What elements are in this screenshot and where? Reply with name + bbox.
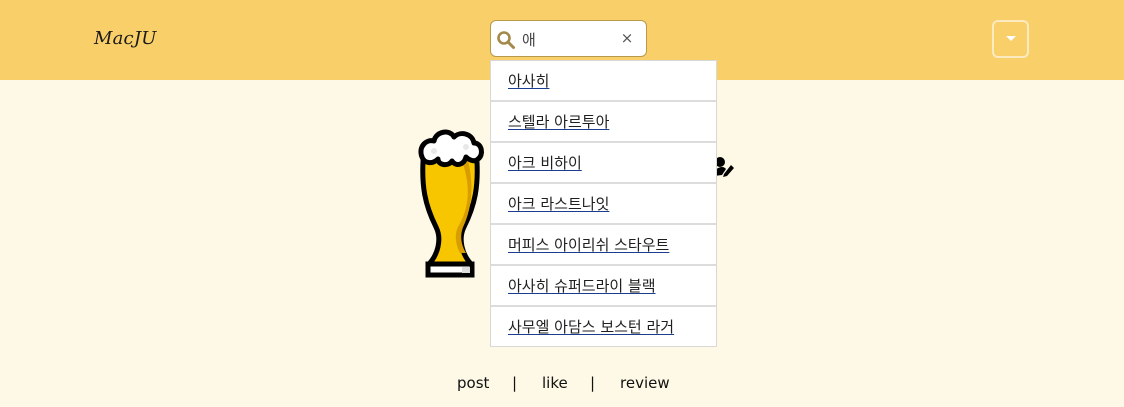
- search-suggestions-dropdown: 아사히 스텔라 아르투아 아크 비하이 아크 라스트나잇 머피스 아이리쉬 스타…: [490, 60, 717, 347]
- search-input[interactable]: [522, 27, 614, 51]
- page: MacJU × 아사히 스텔라 아르투아 아크: [0, 0, 1124, 407]
- suggestion-item[interactable]: 머피스 아이리쉬 스타우트: [491, 225, 716, 266]
- suggestion-link[interactable]: 스텔라 아르투아: [508, 113, 609, 131]
- chevron-down-icon: [1006, 36, 1016, 41]
- suggestion-item[interactable]: 아크 비하이: [491, 143, 716, 184]
- menu-dropdown-button[interactable]: [992, 20, 1029, 58]
- suggestion-link[interactable]: 사무엘 아담스 보스턴 라거: [508, 318, 674, 336]
- nav-separator: |: [590, 374, 596, 392]
- nav-link-post[interactable]: post: [457, 374, 489, 392]
- suggestion-item[interactable]: 아사히 슈퍼드라이 블랙: [491, 266, 716, 307]
- suggestion-link[interactable]: 머피스 아이리쉬 스타우트: [508, 236, 669, 254]
- suggestion-link[interactable]: 아사히: [508, 72, 549, 90]
- search-icon: [497, 31, 515, 49]
- logo[interactable]: MacJU: [94, 28, 157, 49]
- suggestion-link[interactable]: 아크 비하이: [508, 154, 582, 172]
- suggestion-item[interactable]: 아크 라스트나잇: [491, 184, 716, 225]
- nav-separator: |: [512, 374, 518, 392]
- search-box[interactable]: ×: [490, 20, 647, 57]
- suggestion-item[interactable]: 스텔라 아르투아: [491, 102, 716, 143]
- close-icon[interactable]: ×: [620, 30, 634, 46]
- suggestion-item[interactable]: 아사히: [491, 61, 716, 102]
- footer-nav: post | like | review: [0, 374, 1124, 398]
- suggestion-link[interactable]: 아사히 슈퍼드라이 블랙: [508, 277, 656, 295]
- suggestion-link[interactable]: 아크 라스트나잇: [508, 195, 609, 213]
- nav-link-like[interactable]: like: [542, 374, 568, 392]
- suggestion-item[interactable]: 사무엘 아담스 보스턴 라거: [491, 307, 716, 346]
- beer-glass-icon: [418, 129, 484, 278]
- nav-link-review[interactable]: review: [620, 374, 670, 392]
